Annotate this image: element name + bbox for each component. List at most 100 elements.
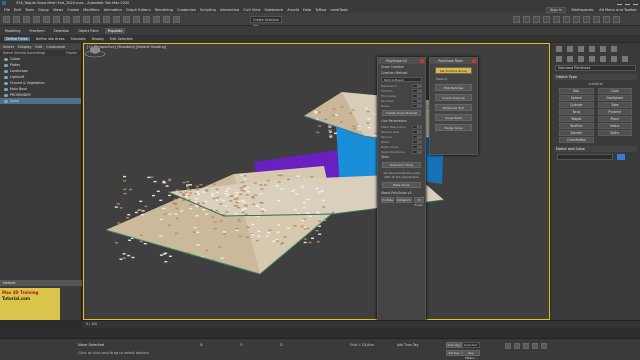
prev-frame-icon[interactable]	[514, 343, 520, 349]
next-frame-icon[interactable]	[532, 343, 538, 349]
scene-tab[interactable]: Customize	[46, 45, 65, 49]
visibility-icon[interactable]	[4, 81, 8, 85]
tool-button[interactable]: Set Surface Group	[435, 67, 472, 74]
go-to-end-icon[interactable]	[541, 343, 547, 349]
visibility-icon[interactable]	[4, 75, 8, 79]
ribbon-subtab[interactable]: Simulate	[71, 37, 86, 41]
modify-tab-icon[interactable]	[567, 46, 573, 52]
workspace-dropdown[interactable]: Alt Menu and Toolbar	[599, 8, 637, 12]
param-spinner[interactable]: 0.0	[412, 93, 422, 98]
autogrid-checkbox[interactable]: AutoGrid	[551, 82, 640, 86]
unlink-icon[interactable]	[33, 16, 40, 23]
menu-item[interactable]: Create	[67, 8, 79, 12]
scene-tab[interactable]: Edit	[35, 45, 42, 49]
menu-item[interactable]: ravelTools	[330, 8, 348, 12]
ribbon-tab[interactable]: Populate	[104, 27, 126, 34]
geometry-icon[interactable]	[556, 56, 562, 62]
snap-icon[interactable]	[143, 16, 150, 23]
ribbon-subtab[interactable]: Display	[92, 37, 105, 41]
minimize-icon[interactable]	[617, 0, 622, 5]
create-snow-preview-button[interactable]: Create Snow Preview	[382, 110, 421, 116]
tool-button[interactable]: Scene Cleanup	[435, 94, 472, 101]
param-spinner[interactable]: 0.0	[412, 139, 422, 144]
maximize-icon[interactable]	[625, 0, 630, 5]
param-spinner[interactable]: 0.0	[412, 88, 422, 93]
rect-selection-icon[interactable]	[73, 16, 80, 23]
ribbon-tab[interactable]: Freeform	[26, 28, 47, 34]
about-link-button[interactable]: 3d Forum	[413, 197, 425, 207]
polysnow-title[interactable]: PolySnow v3	[378, 58, 425, 64]
tools-title[interactable]: PolySnow Tools	[430, 58, 477, 64]
param-spinner[interactable]: 0.0	[412, 144, 422, 149]
param-spinner[interactable]: 0.0	[412, 124, 422, 129]
menu-item[interactable]: Interactive	[220, 8, 239, 12]
object-type-rollout[interactable]: Object Type	[554, 74, 637, 80]
undo-icon[interactable]	[3, 16, 10, 23]
object-type-button[interactable]: Tube	[597, 102, 632, 108]
schematic-view-icon[interactable]	[563, 16, 570, 23]
object-type-button[interactable]: Teapot	[559, 116, 594, 122]
menu-item[interactable]: Scripting	[200, 8, 216, 12]
object-name-field[interactable]	[557, 154, 613, 160]
tool-button[interactable]: PolySnow Tool	[435, 104, 472, 111]
render-icon[interactable]	[603, 16, 610, 23]
menu-item[interactable]: Group	[38, 8, 49, 12]
key-filters-button[interactable]: Key Filters...	[462, 350, 480, 360]
render-setup-icon[interactable]	[583, 16, 590, 23]
object-color-swatch[interactable]	[617, 154, 625, 160]
selected-dropdown[interactable]: Selected	[462, 342, 480, 348]
object-type-button[interactable]: Stairs	[597, 130, 632, 136]
systems-icon[interactable]	[622, 56, 628, 62]
menu-item[interactable]: Arnold	[287, 8, 299, 12]
place-icon[interactable]	[123, 16, 130, 23]
about-link-button[interactable]: Instagram	[395, 197, 412, 203]
distortion-tools-button[interactable]: Distortion Tools	[382, 162, 421, 168]
show-ui-checkbox[interactable]: Show UI	[430, 77, 477, 81]
object-type-button[interactable]: Plane	[597, 116, 632, 122]
close-icon[interactable]	[633, 0, 638, 5]
bind-space-warp-icon[interactable]	[43, 16, 50, 23]
link-icon[interactable]	[23, 16, 30, 23]
auto-key-button[interactable]: Auto Key	[446, 342, 462, 348]
visibility-icon[interactable]	[4, 57, 8, 61]
window-crossing-icon[interactable]	[83, 16, 90, 23]
viewcube-icon[interactable]	[84, 44, 106, 58]
add-time-tag-button[interactable]: Add Time Tag	[397, 343, 418, 347]
frozen-header[interactable]: Frozen	[66, 51, 77, 55]
menu-item[interactable]: Tools	[25, 8, 34, 12]
play-icon[interactable]	[523, 343, 529, 349]
toggle-ribbon-icon[interactable]	[543, 16, 550, 23]
ribbon-tab[interactable]: Modeling	[2, 28, 23, 34]
visibility-icon[interactable]	[4, 87, 8, 91]
ribbon-subtab[interactable]: Define Idle Areas	[36, 37, 65, 41]
menu-item[interactable]: Edit	[14, 8, 21, 12]
close-icon[interactable]	[420, 59, 424, 63]
menu-item[interactable]: Substance	[264, 8, 283, 12]
object-type-button[interactable]: Torus	[559, 109, 594, 115]
visibility-icon[interactable]	[4, 93, 8, 97]
about-link-button[interactable]: YouTube	[381, 197, 394, 203]
redo-icon[interactable]	[13, 16, 20, 23]
scale-icon[interactable]	[113, 16, 120, 23]
curve-editor-icon[interactable]	[553, 16, 560, 23]
object-type-button[interactable]: GeoSphere	[597, 95, 632, 101]
percent-snap-icon[interactable]	[163, 16, 170, 23]
ribbon-tab[interactable]: Selection	[51, 28, 73, 34]
scene-tab[interactable]: Display	[18, 45, 31, 49]
rotate-icon[interactable]	[103, 16, 110, 23]
object-type-button[interactable]: Hedra	[597, 123, 632, 129]
cameras-icon[interactable]	[589, 56, 595, 62]
object-type-button[interactable]: Cylinder	[559, 102, 594, 108]
time-slider[interactable]: 0 / 100	[82, 320, 640, 328]
menu-item[interactable]: Civil View	[243, 8, 260, 12]
align-icon[interactable]	[523, 16, 530, 23]
tool-button[interactable]: Snow Paint	[435, 114, 472, 121]
tool-button[interactable]: Merge Snow	[435, 124, 472, 131]
visibility-icon[interactable]	[4, 99, 8, 103]
menu-item[interactable]: Tyflow	[315, 8, 326, 12]
helpers-icon[interactable]	[600, 56, 606, 62]
menu-item[interactable]: File	[4, 8, 10, 12]
menu-item[interactable]: Graph Editors	[126, 8, 151, 12]
object-type-button[interactable]: Pyramid	[597, 109, 632, 115]
ribbon-subtab[interactable]: Define Flows	[4, 36, 30, 41]
